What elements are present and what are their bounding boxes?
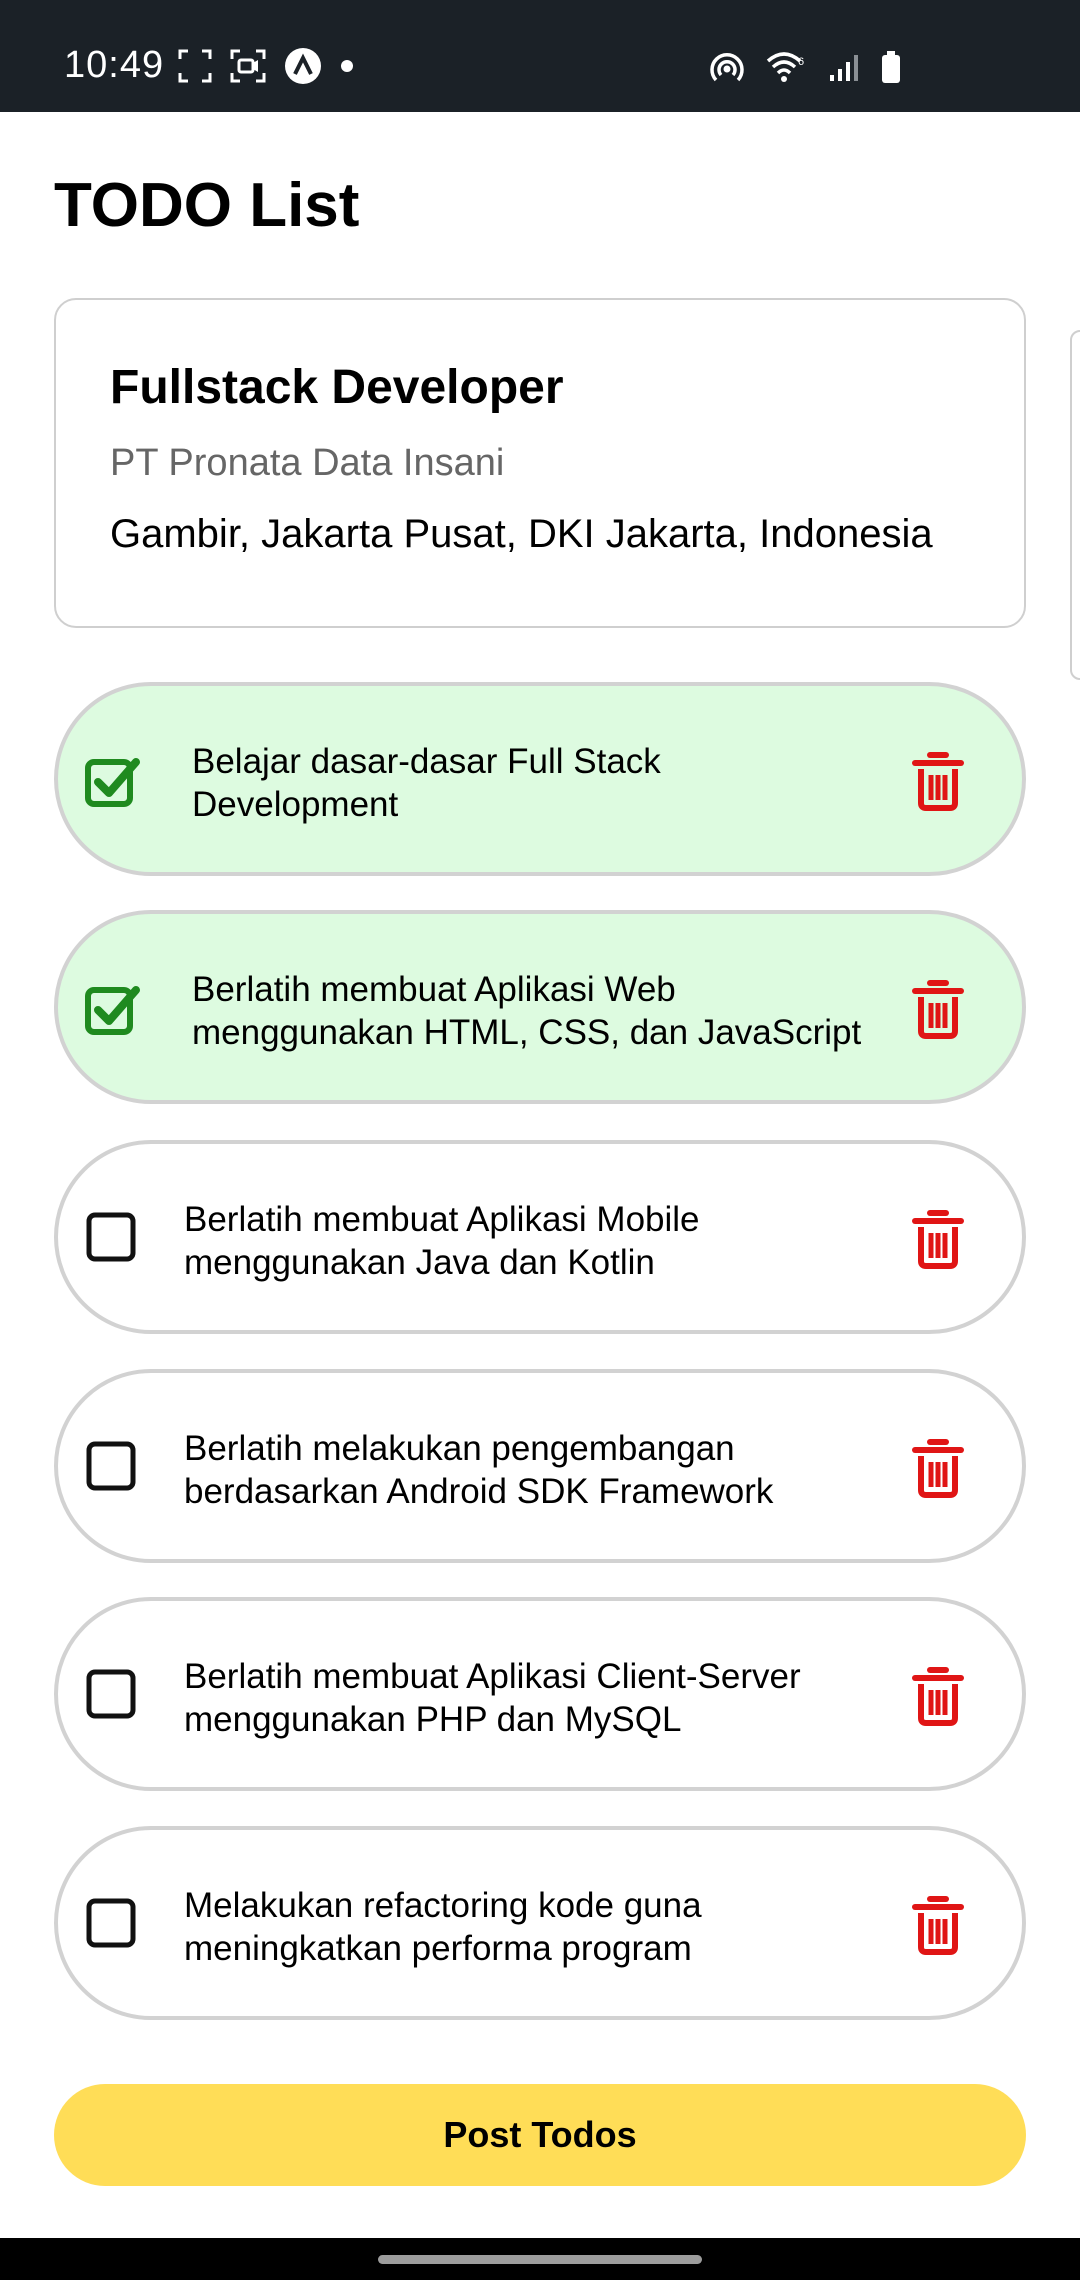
todo-text: Berlatih melakukan pengembangan berdasar… (184, 1427, 904, 1513)
job-card: Fullstack Developer PT Pronata Data Insa… (54, 298, 1026, 628)
trash-icon (912, 752, 964, 811)
todo-item[interactable]: Berlatih membuat Aplikasi Client-Server … (54, 1597, 1026, 1791)
todo-text: Berlatih membuat Aplikasi Web menggunaka… (192, 968, 912, 1054)
job-location: Gambir, Jakarta Pusat, DKI Jakarta, Indo… (110, 512, 933, 556)
todo-text-line: Belajar dasar-dasar Full Stack (192, 742, 661, 781)
todo-item[interactable]: Berlatih melakukan pengembangan berdasar… (54, 1369, 1026, 1563)
dot-icon (340, 59, 354, 78)
delete-button[interactable] (908, 1208, 968, 1270)
trash-icon (912, 980, 964, 1039)
delete-button[interactable] (908, 978, 968, 1040)
trash-icon (912, 1210, 964, 1269)
todo-text-line: meningkatkan performa program (184, 1929, 692, 1968)
todo-text-line: Development (192, 785, 399, 824)
todo-text-line: menggunakan Java dan Kotlin (184, 1243, 655, 1282)
trash-icon (912, 1896, 964, 1955)
todo-text: Berlatih membuat Aplikasi Mobile menggun… (184, 1198, 904, 1284)
checked-checkbox-icon[interactable] (84, 980, 140, 1036)
todo-text-line: Berlatih membuat Aplikasi Web (192, 970, 676, 1009)
unchecked-checkbox-icon[interactable] (84, 1439, 140, 1495)
todo-item[interactable]: Berlatih membuat Aplikasi Mobile menggun… (54, 1140, 1026, 1334)
wifi-icon: 6 (766, 51, 808, 90)
status-right-icons: 6 (708, 50, 902, 90)
todo-text-line: Berlatih membuat Aplikasi Client-Server (184, 1657, 801, 1696)
trash-icon (912, 1667, 964, 1726)
unchecked-checkbox-icon[interactable] (84, 1667, 140, 1723)
todo-text-line: menggunakan PHP dan MySQL (184, 1700, 682, 1739)
todo-text-line: Berlatih melakukan pengembangan (184, 1429, 735, 1468)
delete-button[interactable] (908, 1665, 968, 1727)
battery-icon (880, 50, 902, 90)
todo-item[interactable]: Berlatih membuat Aplikasi Web menggunaka… (54, 910, 1026, 1104)
page-title: TODO List (54, 171, 360, 240)
status-bar: 10:49 6 (0, 0, 1080, 112)
unchecked-checkbox-icon[interactable] (84, 1210, 140, 1266)
delete-button[interactable] (908, 1437, 968, 1499)
side-tab (1070, 330, 1080, 680)
nav-bar (0, 2238, 1080, 2280)
home-indicator[interactable] (378, 2255, 702, 2264)
job-title: Fullstack Developer (110, 361, 564, 414)
todo-text-line: Berlatih membuat Aplikasi Mobile (184, 1200, 700, 1239)
svg-text:6: 6 (798, 56, 804, 68)
todo-text: Melakukan refactoring kode guna meningka… (184, 1884, 904, 1970)
todo-item[interactable]: Belajar dasar-dasar Full Stack Developme… (54, 682, 1026, 876)
checked-checkbox-icon[interactable] (84, 752, 140, 808)
screen-record-icon (230, 49, 266, 88)
post-todos-button[interactable]: Post Todos (54, 2084, 1026, 2186)
todo-text-line: berdasarkan Android SDK Framework (184, 1472, 774, 1511)
status-left-icons (178, 47, 354, 90)
job-company: PT Pronata Data Insani (110, 442, 505, 484)
hotspot-icon (708, 50, 746, 91)
todo-item[interactable]: Melakukan refactoring kode guna meningka… (54, 1826, 1026, 2020)
todo-text-line: menggunakan HTML, CSS, dan JavaScript (192, 1013, 862, 1052)
status-time: 10:49 (64, 44, 165, 86)
signal-icon (828, 53, 860, 88)
delete-button[interactable] (908, 1894, 968, 1956)
unchecked-checkbox-icon[interactable] (84, 1896, 140, 1952)
todo-text: Berlatih membuat Aplikasi Client-Server … (184, 1655, 904, 1741)
screenshot-frame-icon (178, 49, 212, 88)
delete-button[interactable] (908, 750, 968, 812)
app-notification-icon (284, 47, 322, 90)
trash-icon (912, 1439, 964, 1498)
todo-text: Belajar dasar-dasar Full Stack Developme… (192, 740, 912, 826)
todo-text-line: Melakukan refactoring kode guna (184, 1886, 702, 1925)
